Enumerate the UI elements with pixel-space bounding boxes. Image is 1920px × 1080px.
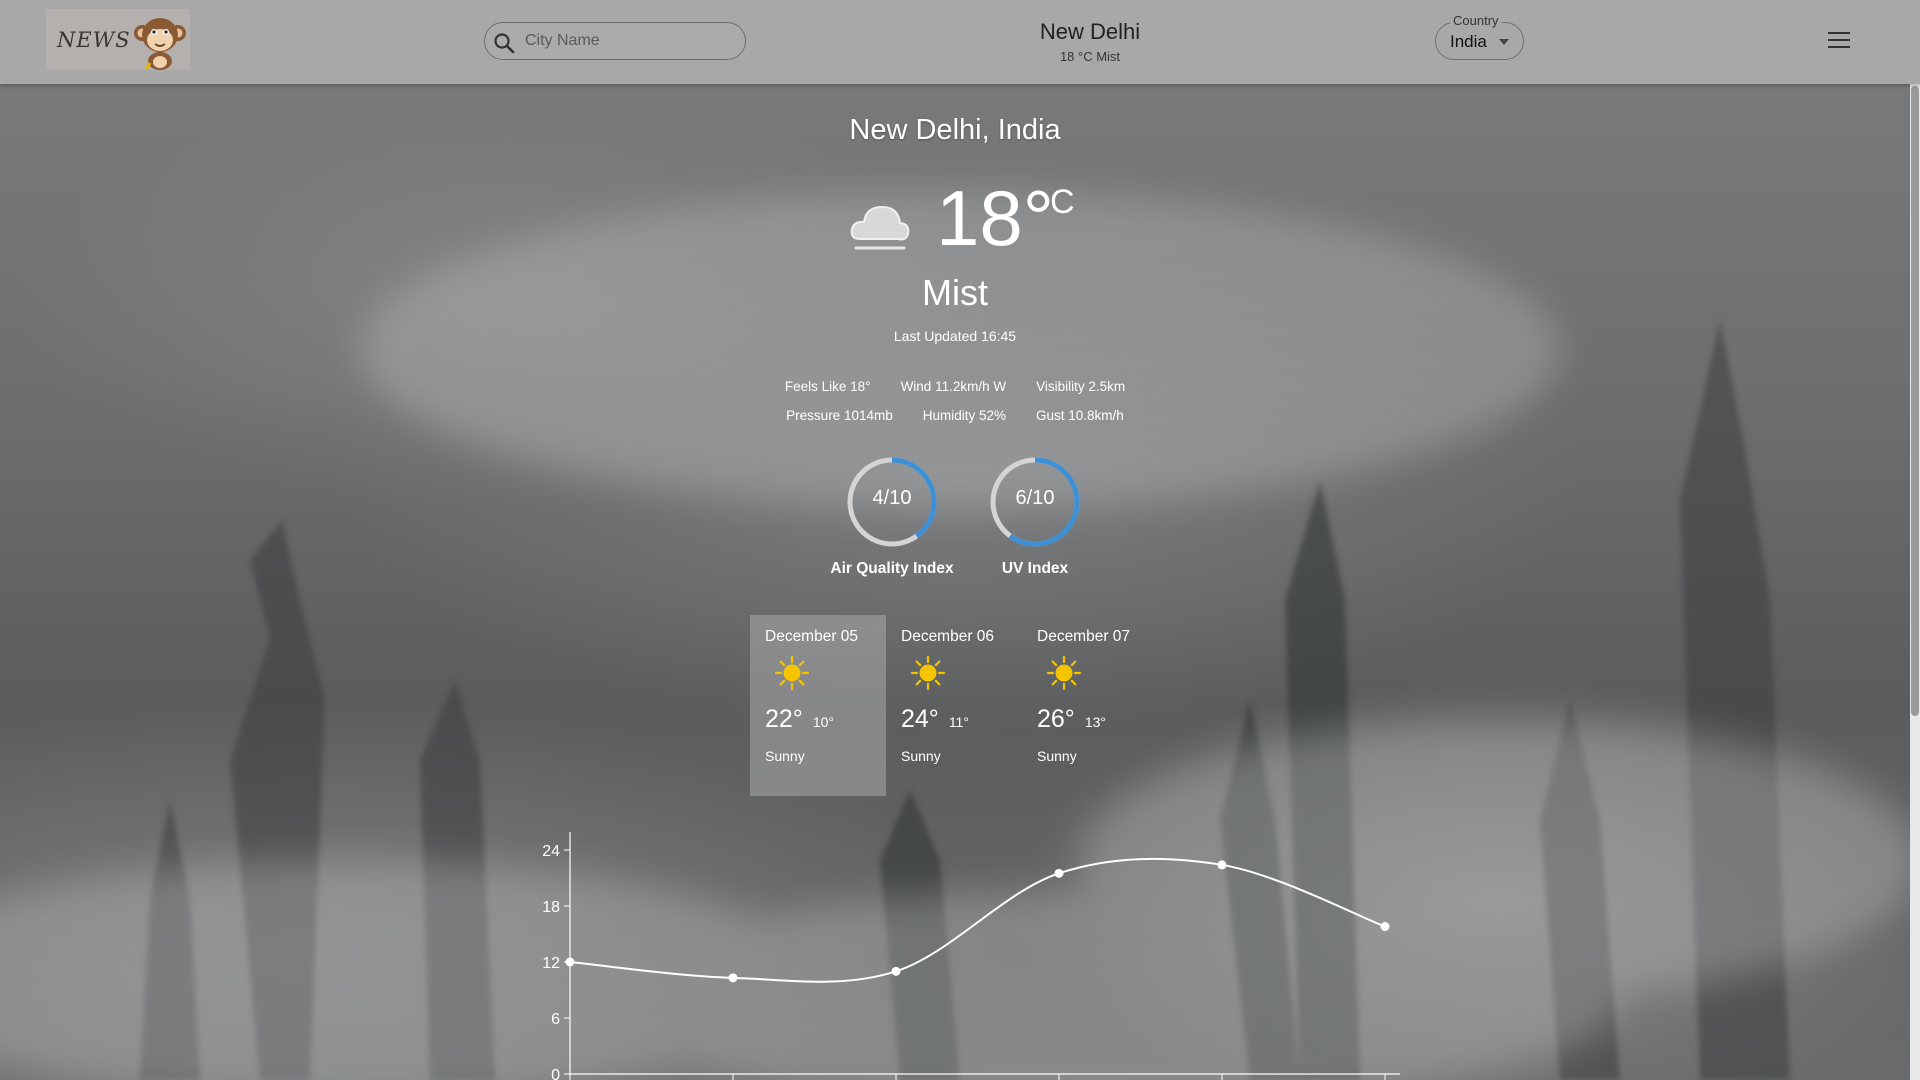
feels-like-stat: Feels Like 18° (784, 379, 871, 394)
forecast-date: December 06 (901, 628, 995, 645)
news-logo[interactable]: NEWS (46, 9, 190, 70)
forecast-low: 13° (1084, 714, 1106, 730)
air-quality-gauge: 4/10 Air Quality Index (812, 454, 972, 578)
forecast-high: 22° (765, 705, 803, 733)
sun-icon (1046, 655, 1082, 691)
country-select[interactable]: Country India (1435, 13, 1524, 60)
scrollbar-thumb[interactable] (1911, 86, 1919, 716)
forecast-day-card[interactable]: December 07 26° 13° Sunny (1022, 615, 1158, 796)
forecast-condition: Sunny (1037, 748, 1077, 764)
temperature-unit: C (1050, 183, 1075, 221)
pressure-stat: Pressure 1014mb (786, 408, 893, 423)
forecast-day-card[interactable]: December 05 22° 10° Sunny (750, 615, 886, 796)
forecast-low: 10° (812, 714, 834, 730)
chart-y-tick-label: 24 (542, 843, 560, 860)
forecast-date: December 05 (765, 628, 859, 645)
temperature-point (565, 957, 575, 967)
temperature-line (569, 857, 1386, 983)
header-city-name: New Delhi (1039, 19, 1141, 44)
forecast-date: December 07 (1037, 628, 1131, 645)
current-temperature: 18° (936, 174, 1054, 262)
weather-stats-row: Pressure 1014mb Humidity 52% Gust 10.8km… (0, 408, 1910, 423)
menu-icon-bar (1828, 32, 1850, 34)
visibility-stat: Visibility 2.5km (1036, 379, 1126, 394)
air-quality-label: Air Quality Index (830, 560, 954, 577)
forecast-day-card[interactable]: December 06 24° 11° Sunny (886, 615, 1022, 796)
forecast-high: 24° (901, 705, 939, 733)
gust-stat: Gust 10.8km/h (1036, 408, 1124, 423)
sun-icon (910, 655, 946, 691)
humidity-stat: Humidity 52% (922, 408, 1007, 423)
location-title: New Delhi, India (849, 114, 1061, 146)
uv-index-label: UV Index (1001, 560, 1069, 577)
country-select-label: Country (1450, 13, 1502, 28)
forecast-low: 11° (948, 714, 969, 730)
last-updated: Last Updated 16:45 (893, 328, 1017, 344)
city-search-box[interactable] (484, 22, 746, 60)
temperature-point (728, 973, 738, 983)
forecast-condition: Sunny (901, 748, 941, 764)
temperature-point (1380, 922, 1390, 932)
forecast-condition: Sunny (765, 748, 805, 764)
temperature-point (891, 966, 901, 976)
chart-y-tick-label: 12 (542, 955, 560, 972)
uv-index-gauge: 6/10 UV Index (955, 454, 1115, 578)
current-temperature-block: 18° C (848, 174, 1088, 269)
current-condition: Mist (922, 272, 988, 313)
weather-stats-row: Feels Like 18° Wind 11.2km/h W Visibilit… (0, 379, 1910, 394)
country-select-value: India (1450, 32, 1487, 51)
uv-index-value: 6/10 (1015, 487, 1055, 509)
caret-down-icon (1499, 39, 1509, 45)
header-weather-summary: 18 °C Mist (1059, 49, 1121, 64)
logo-text: NEWS (57, 27, 131, 52)
hourly-temperature-chart: 061218241 AM5 AM9 AM1 PM5 PM9 PM (542, 832, 1400, 1080)
wind-stat: Wind 11.2km/h W (900, 379, 1007, 394)
temperature-point (1054, 868, 1064, 878)
air-quality-value: 4/10 (872, 487, 912, 509)
chart-y-tick-label: 0 (551, 1067, 560, 1080)
temperature-point (1217, 860, 1227, 870)
city-search-input[interactable] (523, 31, 727, 51)
hamburger-menu-button[interactable] (1828, 32, 1850, 50)
daily-forecast: December 05 22° 10° Sunny December 06 24… (750, 615, 1158, 796)
sun-icon (774, 655, 810, 691)
top-bar: NEWS New Delhi 18 °C Mist Country India (0, 0, 1920, 84)
monkey-mascot-icon (134, 18, 186, 70)
search-icon (494, 32, 515, 53)
cloud-icon (850, 205, 910, 250)
menu-icon-bar (1828, 46, 1850, 48)
chart-y-tick-label: 18 (542, 899, 560, 916)
forecast-high: 26° (1037, 705, 1075, 733)
weather-main: New Delhi, India 18° C Mist Last Updated… (0, 84, 1910, 1080)
menu-icon-bar (1828, 39, 1850, 41)
chart-y-tick-label: 6 (551, 1011, 560, 1028)
